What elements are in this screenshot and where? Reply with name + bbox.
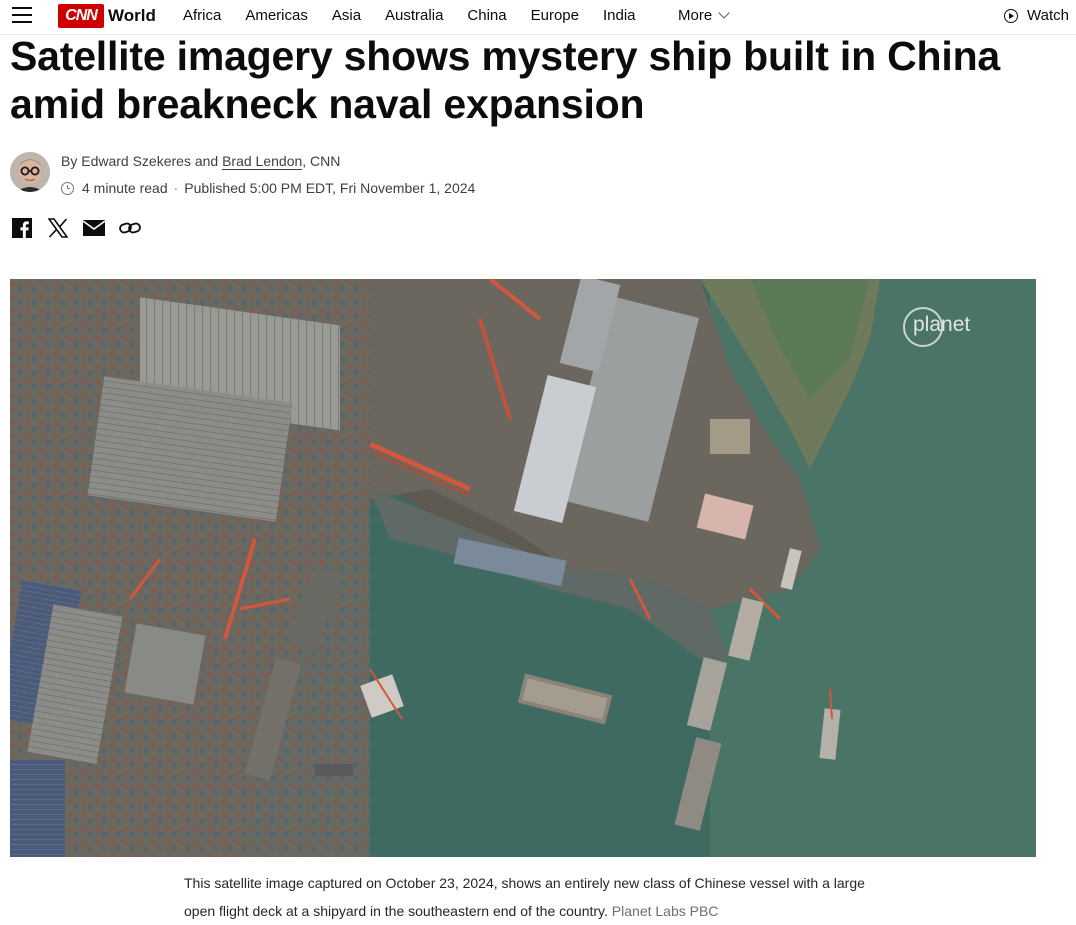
nav-more-label: More bbox=[678, 7, 713, 24]
menu-icon[interactable] bbox=[12, 7, 32, 23]
headline: Satellite imagery shows mystery ship bui… bbox=[10, 33, 1001, 127]
nav-link-china[interactable]: China bbox=[467, 7, 506, 25]
nav-link-australia[interactable]: Australia bbox=[385, 7, 443, 25]
share-bar bbox=[11, 217, 155, 239]
image-caption: This satellite image captured on October… bbox=[184, 869, 874, 925]
byline-prefix: By Edward Szekeres and bbox=[61, 153, 219, 169]
published-date: Published 5:00 PM EDT, Fri November 1, 2… bbox=[184, 180, 476, 196]
caption-text: This satellite image captured on October… bbox=[184, 875, 865, 919]
nav-link-europe[interactable]: Europe bbox=[531, 7, 579, 25]
planet-watermark: planet bbox=[903, 307, 970, 347]
nav-more-button[interactable]: More bbox=[678, 7, 730, 25]
author-avatar[interactable] bbox=[10, 152, 50, 192]
facebook-icon[interactable] bbox=[11, 217, 33, 239]
nav-links: Africa Americas Asia Australia China Eur… bbox=[183, 7, 660, 25]
image-credit: Planet Labs PBC bbox=[611, 903, 719, 919]
satellite-image: planet bbox=[10, 279, 1036, 857]
link-icon[interactable] bbox=[119, 217, 141, 239]
article-meta: 4 minute read · Published 5:00 PM EDT, F… bbox=[61, 180, 475, 196]
author-link[interactable]: Brad Lendon bbox=[222, 153, 303, 170]
section-title[interactable]: World bbox=[108, 6, 156, 26]
top-nav: CNN World Africa Americas Asia Australia… bbox=[0, 0, 1076, 35]
chevron-down-icon bbox=[718, 7, 730, 19]
nav-link-asia[interactable]: Asia bbox=[332, 7, 361, 25]
byline-suffix: , CNN bbox=[302, 153, 341, 169]
separator-dot: · bbox=[173, 180, 179, 196]
nav-link-india[interactable]: India bbox=[603, 7, 636, 25]
x-icon[interactable] bbox=[47, 217, 69, 239]
byline: By Edward Szekeres and Brad Lendon, CNN bbox=[61, 153, 341, 170]
cnn-logo[interactable]: CNN bbox=[58, 4, 104, 28]
play-icon bbox=[1004, 9, 1018, 23]
watch-label: Watch bbox=[1027, 7, 1069, 24]
watch-button[interactable]: Watch bbox=[1004, 7, 1069, 25]
read-time: 4 minute read bbox=[82, 180, 168, 196]
nav-link-africa[interactable]: Africa bbox=[183, 7, 221, 25]
clock-icon bbox=[61, 181, 74, 195]
email-icon[interactable] bbox=[83, 217, 105, 239]
planet-watermark-text: planet bbox=[913, 313, 971, 336]
nav-link-americas[interactable]: Americas bbox=[245, 7, 308, 25]
